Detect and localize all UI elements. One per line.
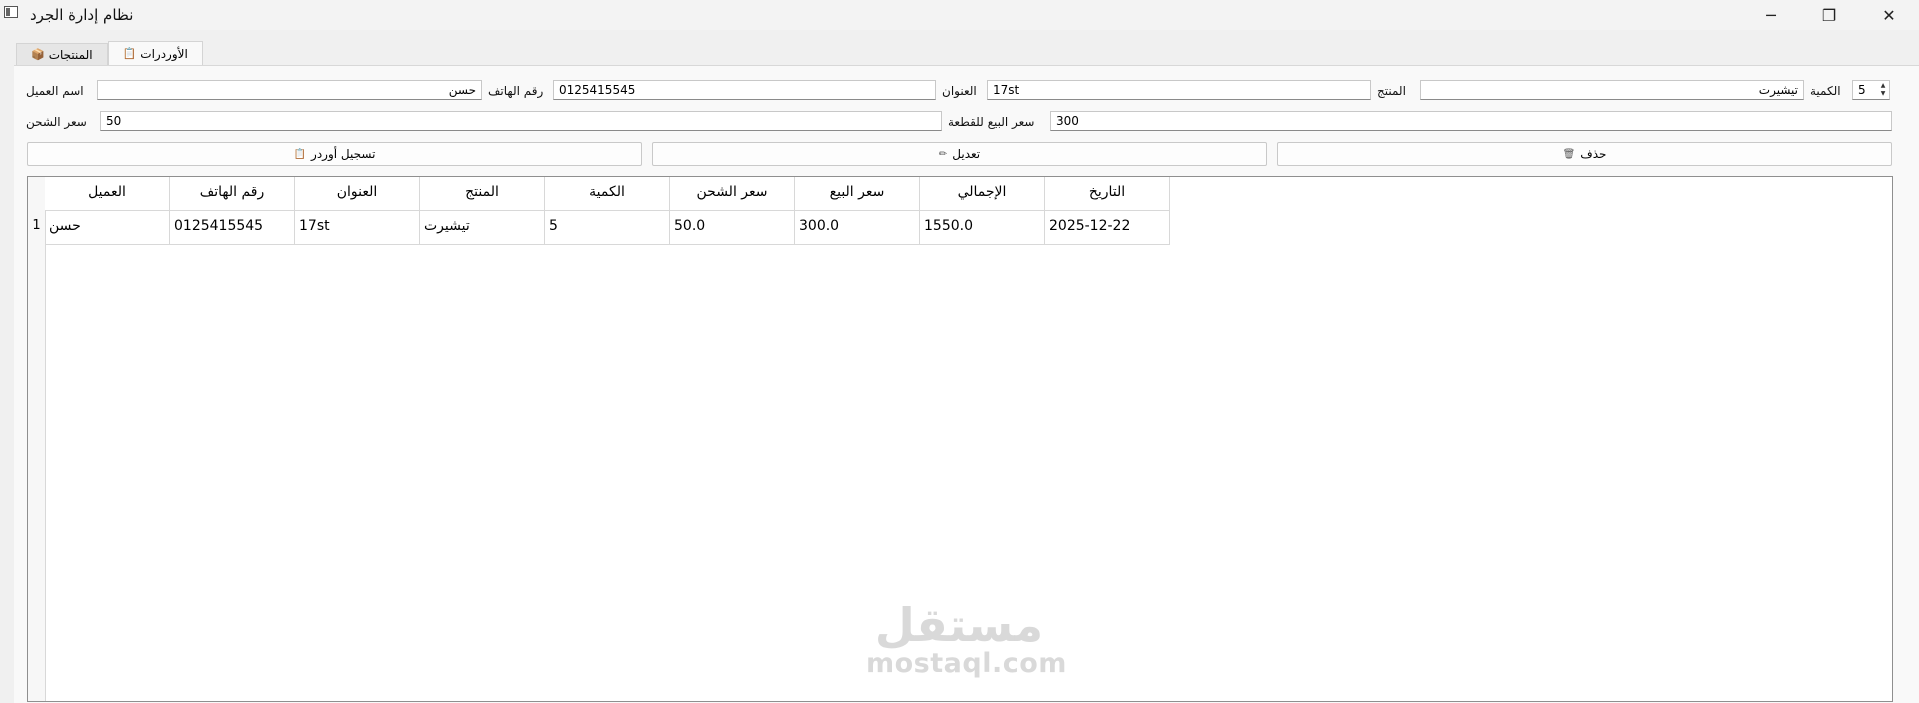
column-header-sale-price[interactable]: سعر البيع — [795, 177, 920, 211]
clipboard-icon: 📋 — [293, 148, 307, 160]
table-cell-quantity[interactable]: 5 — [545, 211, 670, 245]
column-header-shipping[interactable]: سعر الشحن — [670, 177, 795, 211]
customer-name-input[interactable]: حسن — [97, 80, 482, 100]
row-header-column — [28, 177, 46, 701]
shipping-price-label: سعر الشحن — [26, 115, 87, 129]
clipboard-icon: 📋 — [122, 47, 137, 60]
table-cell-sale-price[interactable]: 300.0 — [795, 211, 920, 245]
trash-icon: 🗑 — [1562, 148, 1576, 160]
edit-button[interactable]: ✏ تعديل — [652, 142, 1267, 166]
app-icon — [4, 6, 18, 18]
phone-input[interactable]: 0125415545 — [553, 80, 936, 100]
quantity-spinbox[interactable]: 5 ▲ ▼ — [1852, 80, 1890, 100]
address-input[interactable]: 17st — [987, 80, 1371, 100]
table-cell-total[interactable]: 1550.0 — [920, 211, 1045, 245]
box-icon: 📦 — [31, 48, 45, 61]
tab-orders[interactable]: 📋 الأوردرات — [107, 41, 203, 65]
register-order-label: تسجيل أوردر — [311, 147, 376, 161]
edit-label: تعديل — [952, 147, 981, 161]
column-header-quantity[interactable]: الكمية — [545, 177, 670, 211]
title-bar: نظام إدارة الجرد ─ ❐ ✕ — [0, 0, 1919, 30]
table-cell-date[interactable]: 2025-12-22 — [1045, 211, 1170, 245]
tab-bar: 📦 المنتجات 📋 الأوردرات — [16, 41, 203, 65]
minimize-button[interactable]: ─ — [1748, 0, 1794, 30]
row-number[interactable]: 1 — [28, 211, 45, 245]
shipping-price-input[interactable]: 50 — [100, 111, 942, 131]
column-header-phone[interactable]: رقم الهاتف — [170, 177, 295, 211]
quantity-value: 5 — [1858, 83, 1866, 97]
table-cell-customer[interactable]: حسن — [45, 211, 170, 245]
column-header-total[interactable]: الإجمالي — [920, 177, 1045, 211]
product-input[interactable]: تيشيرت — [1420, 80, 1804, 100]
window-title: نظام إدارة الجرد — [30, 6, 134, 24]
unit-sale-price-input[interactable]: 300 — [1050, 111, 1892, 131]
delete-button[interactable]: 🗑 حذف — [1277, 142, 1892, 166]
quantity-stepper[interactable]: ▲ ▼ — [1878, 82, 1888, 98]
chevron-down-icon[interactable]: ▼ — [1878, 90, 1888, 98]
table-cell-phone[interactable]: 0125415545 — [170, 211, 295, 245]
customer-name-label: اسم العميل — [26, 84, 84, 98]
tab-products-label: المنتجات — [48, 47, 93, 62]
register-order-button[interactable]: 📋 تسجيل أوردر — [27, 142, 642, 166]
column-header-address[interactable]: العنوان — [295, 177, 420, 211]
table-cell-address[interactable]: 17st — [295, 211, 420, 245]
phone-label: رقم الهاتف — [488, 84, 544, 98]
unit-sale-price-label: سعر البيع للقطعة — [948, 115, 1035, 129]
close-button[interactable]: ✕ — [1866, 0, 1912, 30]
column-header-date[interactable]: التاريخ — [1045, 177, 1170, 211]
maximize-button[interactable]: ❐ — [1806, 0, 1852, 30]
delete-label: حذف — [1580, 147, 1607, 161]
table-cell-shipping[interactable]: 50.0 — [670, 211, 795, 245]
product-label: المنتج — [1377, 84, 1406, 98]
column-header-product[interactable]: المنتج — [420, 177, 545, 211]
column-header-customer[interactable]: العميل — [45, 177, 170, 211]
orders-table[interactable]: العميل رقم الهاتف العنوان المنتج الكمية … — [27, 176, 1893, 702]
address-label: العنوان — [942, 84, 977, 98]
chevron-up-icon[interactable]: ▲ — [1878, 82, 1888, 90]
tab-orders-label: الأوردرات — [140, 46, 188, 61]
tab-products[interactable]: 📦 المنتجات — [16, 43, 108, 65]
pencil-icon: ✏ — [938, 148, 948, 160]
table-cell-product[interactable]: تيشيرت — [420, 211, 545, 245]
quantity-label: الكمية — [1810, 84, 1841, 98]
